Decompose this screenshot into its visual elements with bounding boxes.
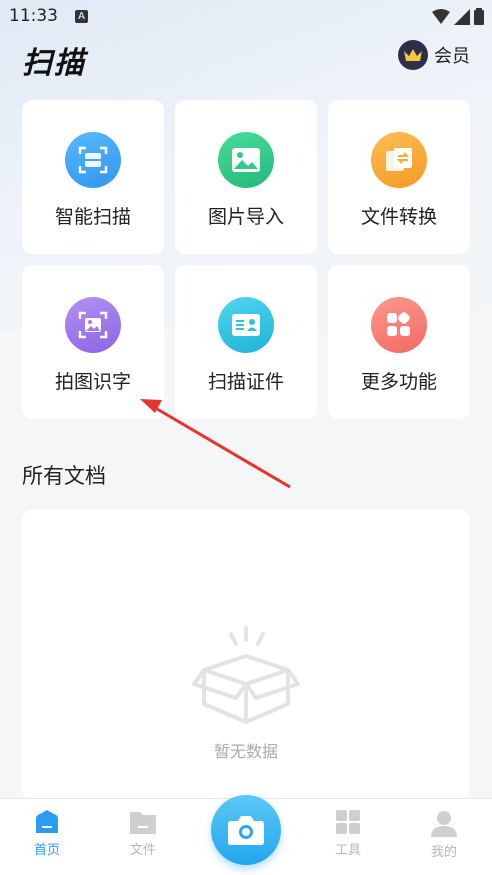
vip-button[interactable]: 会员 [398, 40, 470, 70]
feature-label: 拍图识字 [54, 371, 131, 393]
empty-text: 暂无数据 [213, 742, 278, 761]
status-icons [432, 8, 484, 25]
tab-tools[interactable]: 工具 [318, 809, 378, 858]
documents-list: 暂无数据 [22, 510, 470, 800]
battery-icon [474, 8, 484, 25]
crown-icon [398, 40, 428, 70]
notification-icon: A [75, 10, 88, 23]
empty-state: 暂无数据 [22, 620, 470, 762]
tab-label: 我的 [430, 845, 457, 860]
feature-file-convert[interactable]: 文件转换 [328, 100, 470, 254]
bottom-tab-bar: 首页 文件 工具 我的 [0, 795, 492, 875]
tab-label: 文件 [129, 843, 156, 858]
convert-icon [371, 132, 427, 188]
section-title: 所有文档 [22, 464, 106, 488]
id-card-icon [218, 297, 274, 353]
empty-box-icon [192, 626, 300, 724]
status-bar: 11:33 A [0, 0, 492, 34]
feature-label: 扫描证件 [207, 371, 284, 393]
feature-label: 更多功能 [360, 371, 437, 393]
vip-label: 会员 [434, 46, 470, 67]
feature-photo-ocr[interactable]: 拍图识字 [22, 265, 164, 419]
folder-icon [130, 812, 156, 834]
tab-home[interactable]: 首页 [17, 809, 77, 858]
tab-label: 工具 [334, 843, 361, 858]
feature-id-scan[interactable]: 扫描证件 [175, 265, 317, 419]
feature-label: 图片导入 [207, 206, 284, 228]
tab-files[interactable]: 文件 [113, 809, 173, 858]
page-title: 扫描 [22, 46, 86, 81]
scan-icon [65, 132, 121, 188]
feature-label: 智能扫描 [54, 206, 131, 228]
tab-label: 首页 [33, 843, 60, 858]
feature-more[interactable]: 更多功能 [328, 265, 470, 419]
wifi-icon [432, 8, 450, 24]
tools-icon [336, 810, 360, 834]
home-icon [36, 810, 58, 833]
signal-icon [454, 8, 470, 25]
camera-button[interactable] [211, 795, 281, 865]
tab-profile[interactable]: 我的 [414, 809, 474, 860]
profile-icon [431, 811, 457, 837]
camera-icon [228, 816, 264, 845]
image-icon [218, 132, 274, 188]
feature-label: 文件转换 [360, 206, 437, 228]
feature-image-import[interactable]: 图片导入 [175, 100, 317, 254]
feature-smart-scan[interactable]: 智能扫描 [22, 100, 164, 254]
status-time: 11:33 [9, 6, 58, 26]
more-icon [371, 297, 427, 353]
ocr-icon [65, 297, 121, 353]
